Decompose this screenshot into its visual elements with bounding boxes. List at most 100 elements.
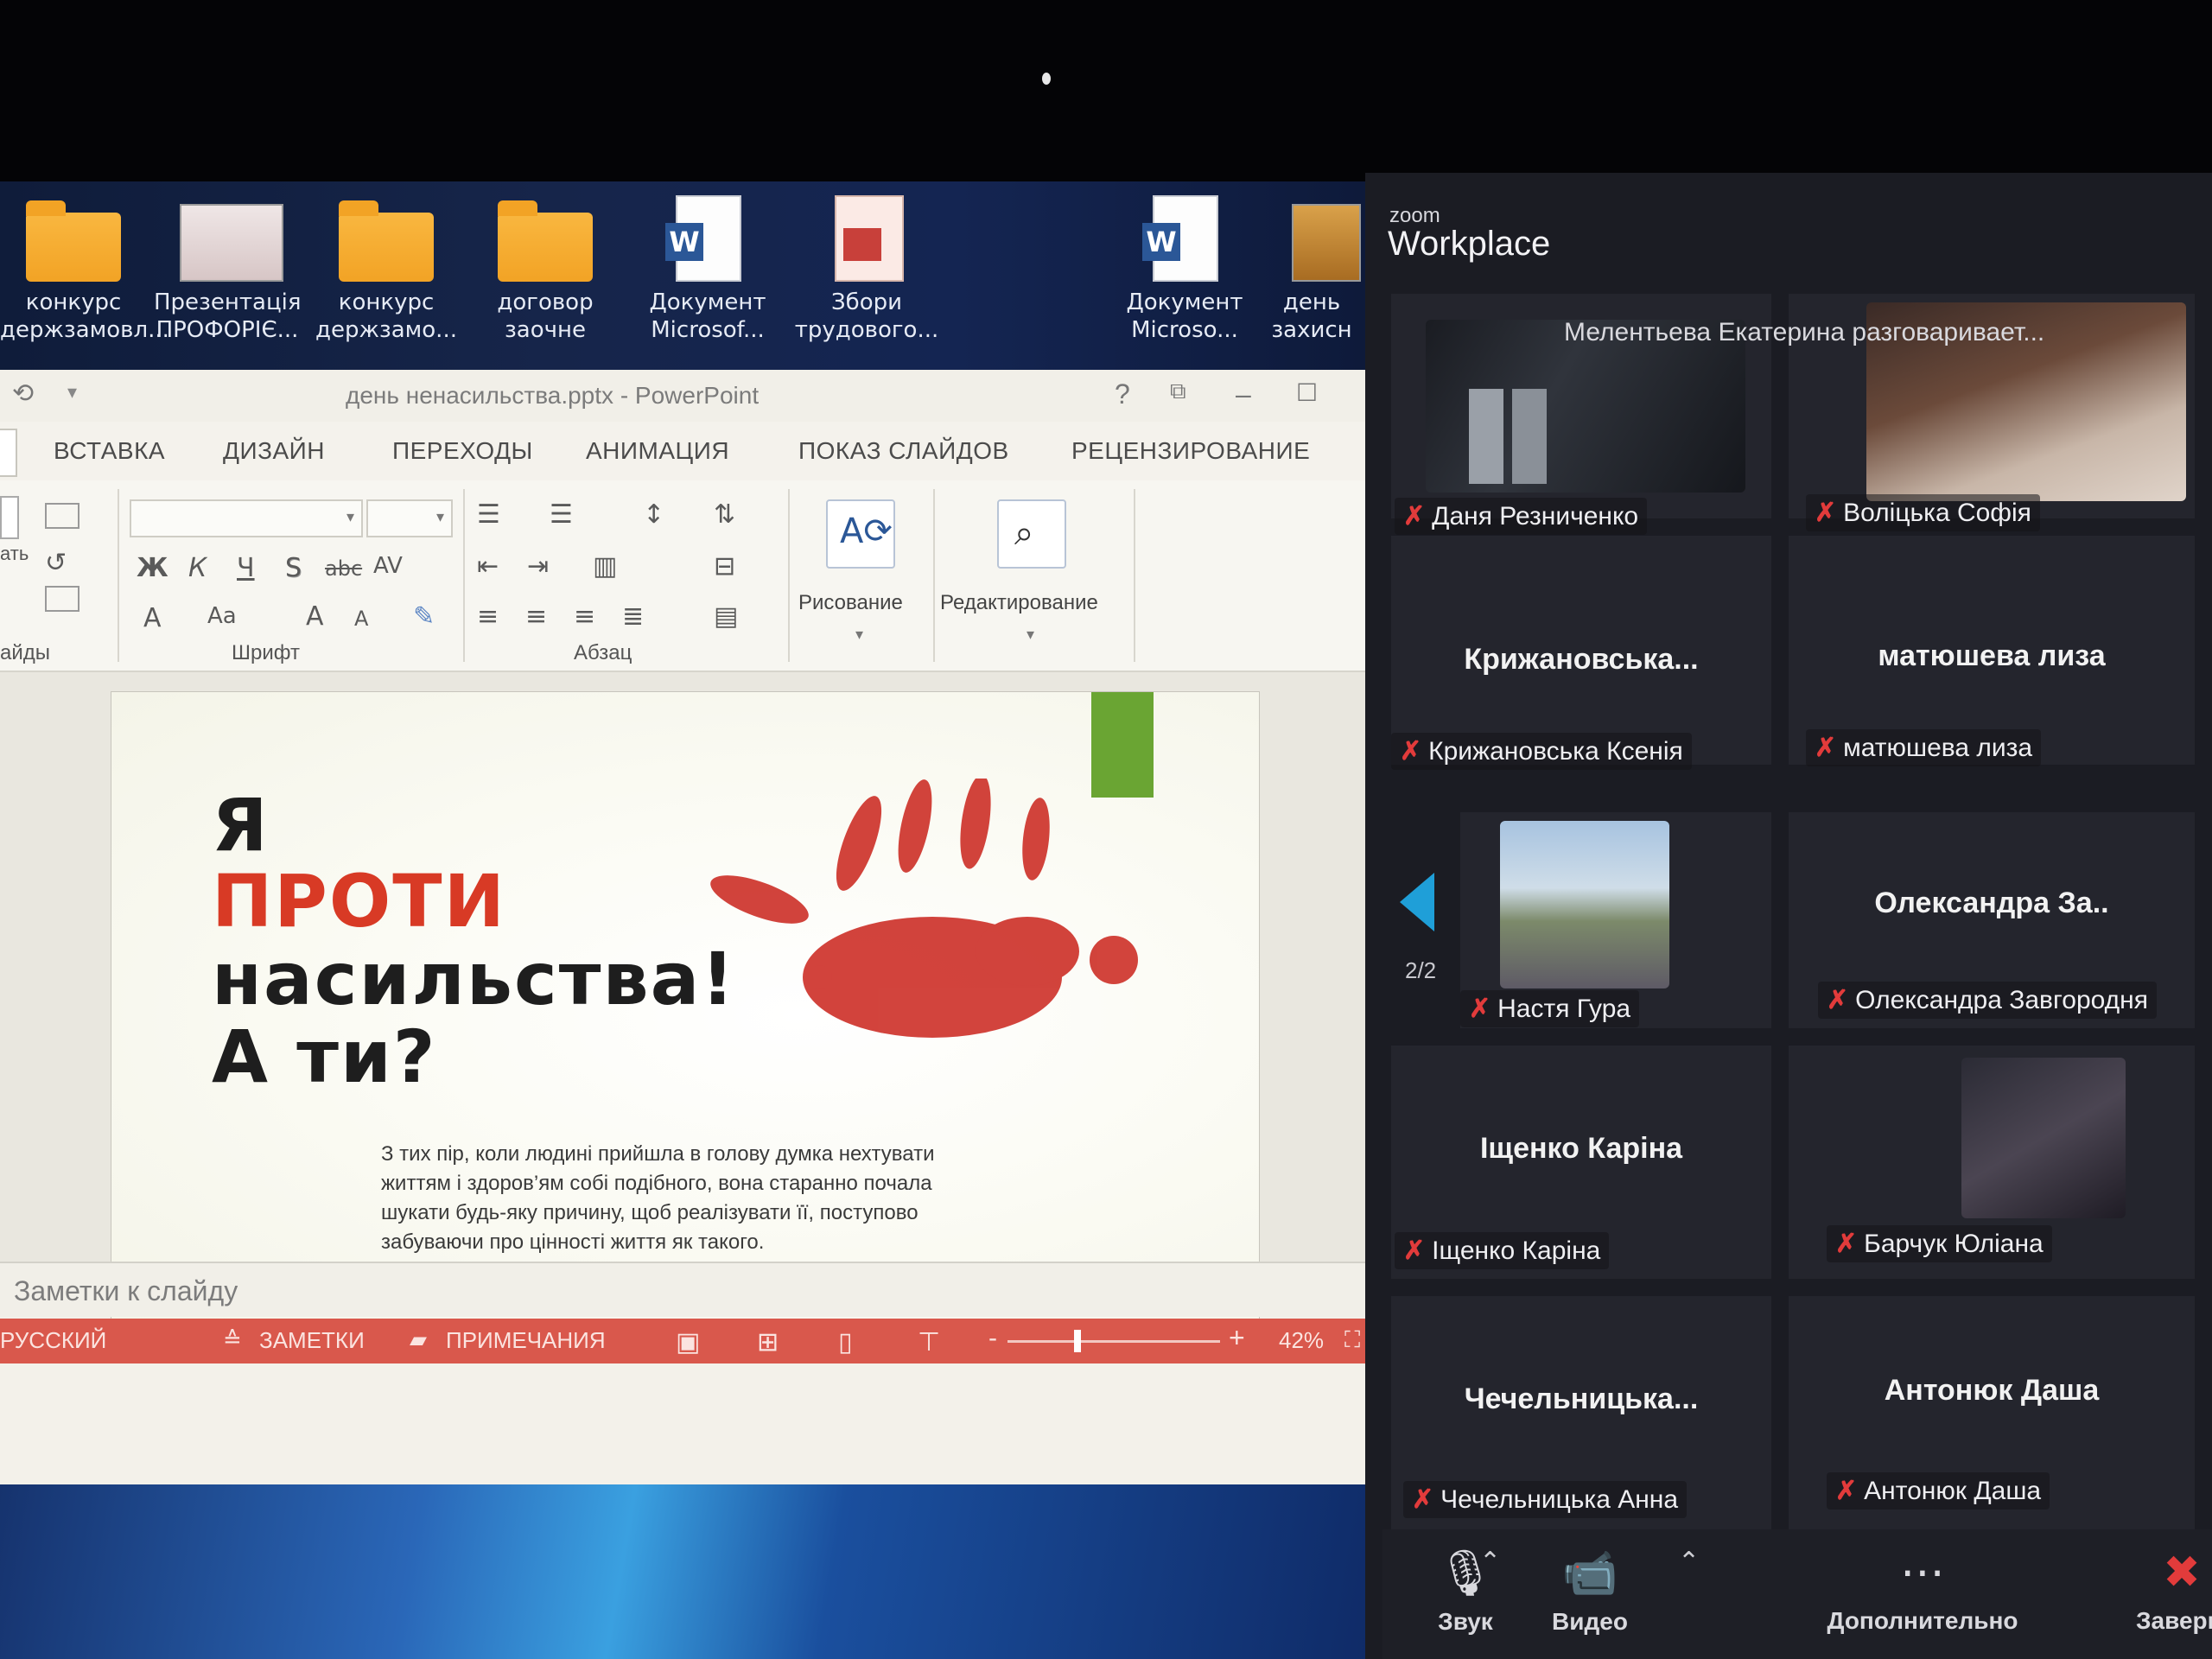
video-button[interactable]: 📹 Видео bbox=[1521, 1547, 1659, 1636]
new-slide-icon[interactable] bbox=[0, 496, 19, 539]
quick-access-icon[interactable]: ⟲ bbox=[12, 378, 34, 409]
finger-shape bbox=[898, 779, 932, 873]
tab-file-edge[interactable] bbox=[0, 429, 17, 477]
columns-icon[interactable]: ▥ bbox=[593, 551, 617, 582]
video-options-chevron-icon[interactable]: ⌃ bbox=[1678, 1547, 1700, 1577]
desktop-icon-presentation[interactable]: Презентація ПРОФОРІЄ... bbox=[154, 195, 302, 344]
meeting-toolbar: 🎙 Звук ⌃ 📹 Видео ⌃ ⋯ Дополнительно ✖ Зав… bbox=[1382, 1529, 2212, 1659]
align-text-icon[interactable]: ⊟ bbox=[714, 551, 735, 582]
align-center-icon[interactable]: ≡ bbox=[525, 601, 547, 632]
bold-button[interactable]: Ж bbox=[137, 553, 168, 583]
slideshow-view-icon[interactable]: ⊤ bbox=[918, 1327, 940, 1357]
decrease-indent-icon[interactable]: ⇤ bbox=[477, 551, 499, 582]
ribbon: ↺ ать айды ▾ ▾ Ж К Ч S abc AV A Aa A A ✎… bbox=[0, 480, 1365, 672]
clear-formatting-icon[interactable]: ✎ bbox=[413, 601, 435, 632]
smartart-icon[interactable]: ▤ bbox=[714, 601, 738, 632]
notes-button[interactable]: ЗАМЕТКИ bbox=[259, 1327, 365, 1354]
justify-icon[interactable]: ≣ bbox=[622, 601, 644, 632]
shadow-button[interactable]: S bbox=[285, 553, 302, 583]
desktop-icon-folder-2[interactable]: конкурс держзамо... bbox=[313, 195, 460, 344]
ribbon-display-icon[interactable]: ⧉ bbox=[1170, 378, 1186, 405]
audio-button[interactable]: 🎙 Звук bbox=[1414, 1547, 1517, 1636]
minimize-icon[interactable]: – bbox=[1236, 378, 1251, 410]
quick-access-dropdown-icon[interactable]: ▾ bbox=[67, 382, 77, 404]
tab-transitions[interactable]: ПЕРЕХОДЫ bbox=[392, 437, 533, 465]
desktop-icon-folder-3[interactable]: договор заочне bbox=[472, 195, 619, 344]
previous-page-arrow-icon[interactable] bbox=[1400, 873, 1434, 931]
end-meeting-button[interactable]: ✖ Заверш bbox=[2126, 1547, 2212, 1635]
numbering-icon[interactable]: ☰ bbox=[550, 499, 573, 530]
participant-tile-7[interactable]: Іщенко Каріна ✗ Іщенко Каріна bbox=[1391, 1046, 1771, 1279]
editing-dropdown-icon[interactable]: ▾ bbox=[1027, 626, 1034, 644]
participant-video bbox=[1500, 821, 1669, 988]
tab-slideshow[interactable]: ПОКАЗ СЛАЙДОВ bbox=[798, 437, 1009, 465]
underline-button[interactable]: Ч bbox=[237, 553, 255, 583]
tab-review[interactable]: РЕЦЕНЗИРОВАНИЕ bbox=[1071, 437, 1310, 465]
tab-animation[interactable]: АНИМАЦИЯ bbox=[586, 437, 729, 465]
maximize-icon[interactable]: ☐ bbox=[1296, 378, 1318, 407]
paint-splash bbox=[1090, 936, 1138, 984]
camera-dot bbox=[1042, 73, 1051, 85]
shrink-font-button[interactable]: A bbox=[354, 607, 368, 631]
drawing-dropdown-icon[interactable]: ▾ bbox=[855, 626, 863, 644]
tab-design[interactable]: ДИЗАЙН bbox=[223, 437, 325, 465]
grow-font-button[interactable]: A bbox=[306, 601, 324, 632]
reset-icon[interactable]: ↺ bbox=[45, 548, 67, 578]
zoom-level[interactable]: 42% bbox=[1279, 1327, 1324, 1354]
text-direction-icon[interactable]: ⇅ bbox=[714, 499, 735, 530]
font-name-select[interactable]: ▾ bbox=[130, 499, 363, 537]
language-indicator[interactable]: РУССКИЙ bbox=[0, 1327, 106, 1354]
editing-button[interactable]: ⌕ bbox=[997, 499, 1066, 569]
editing-label[interactable]: Редактирование bbox=[940, 591, 1098, 615]
participant-display-name: Іщенко Каріна bbox=[1479, 1132, 1683, 1165]
zoom-out-button[interactable]: - bbox=[988, 1324, 997, 1353]
strikethrough-button[interactable]: abc bbox=[325, 556, 362, 581]
help-button[interactable]: ? bbox=[1115, 378, 1130, 410]
paragraph-group-label: Абзац bbox=[574, 641, 632, 664]
notes-pane[interactable]: Заметки к слайду bbox=[0, 1262, 1365, 1317]
font-size-select[interactable]: ▾ bbox=[366, 499, 453, 537]
change-case-button[interactable]: Aa bbox=[207, 603, 237, 629]
drawing-label[interactable]: Рисование bbox=[798, 591, 903, 615]
line-spacing-icon[interactable]: ↕ bbox=[643, 499, 664, 530]
ribbon-separator bbox=[933, 489, 935, 662]
desktop-icon-folder-1[interactable]: конкурс держзамовл... bbox=[0, 195, 169, 344]
slide-body-text[interactable]: З тих пір, коли людині прийшла в голову … bbox=[381, 1140, 951, 1257]
ribbon-tabs: ВСТАВКА ДИЗАЙН ПЕРЕХОДЫ АНИМАЦИЯ ПОКАЗ С… bbox=[0, 422, 1365, 482]
comments-button[interactable]: ПРИМЕЧАНИЯ bbox=[446, 1327, 606, 1354]
participant-tile-3[interactable]: Крижановська... ✗ Крижановська Ксенія bbox=[1391, 536, 1771, 770]
audio-options-chevron-icon[interactable]: ⌃ bbox=[1479, 1547, 1501, 1577]
zoom-slider-track[interactable] bbox=[1007, 1330, 1220, 1352]
reading-view-icon[interactable]: ▯ bbox=[838, 1327, 853, 1357]
font-color-button[interactable]: A bbox=[143, 603, 162, 633]
desktop-icon-ppt-file[interactable]: Збори трудового... bbox=[793, 195, 940, 344]
participant-tile-4[interactable]: матюшева лиза ✗ матюшева лиза bbox=[1789, 536, 2195, 766]
bullets-icon[interactable]: ☰ bbox=[477, 499, 500, 530]
slide-sorter-icon[interactable]: ⊞ bbox=[757, 1327, 779, 1357]
desktop-icon-word-1[interactable]: Документ Microsof... bbox=[634, 195, 781, 344]
character-spacing-button[interactable]: AV bbox=[373, 553, 403, 579]
normal-view-icon[interactable]: ▣ bbox=[676, 1327, 700, 1357]
participant-tile-8[interactable]: ✗ Барчук Юліана bbox=[1789, 1046, 2195, 1279]
participant-tile-10[interactable]: Антонюк Даша ✗ Антонюк Даша bbox=[1789, 1296, 2195, 1529]
participant-tile-5[interactable]: ✗ Настя Гура bbox=[1460, 812, 1771, 1028]
desktop-icon-partial[interactable]: день захисн bbox=[1260, 195, 1363, 344]
section-icon[interactable] bbox=[45, 586, 79, 612]
desktop-icon-word-2[interactable]: Документ Microso... bbox=[1111, 195, 1258, 344]
drawing-button[interactable]: A⟳ bbox=[826, 499, 895, 569]
more-button[interactable]: ⋯ Дополнительно bbox=[1815, 1547, 2031, 1635]
participant-tile-9[interactable]: Чечельницька... ✗ Чечельницька Анна bbox=[1391, 1296, 1771, 1529]
increase-indent-icon[interactable]: ⇥ bbox=[527, 551, 549, 582]
desktop-icon-label: ПРОФОРІЄ... bbox=[156, 317, 299, 343]
slide[interactable]: Я ПРОТИ насильства! А ти? З тих пір, кол… bbox=[111, 691, 1260, 1339]
participant-tile-6[interactable]: Олександра За.. ✗ Олександра Завгородня bbox=[1789, 812, 2195, 1028]
fit-slide-icon[interactable]: ⛶ bbox=[1344, 1327, 1360, 1354]
zoom-workplace-title: Workplace bbox=[1388, 225, 1551, 263]
tab-insert[interactable]: ВСТАВКА bbox=[54, 437, 165, 465]
layout-icon[interactable] bbox=[45, 503, 79, 529]
align-right-icon[interactable]: ≡ bbox=[574, 601, 595, 632]
italic-button[interactable]: К bbox=[188, 553, 207, 583]
zoom-slider-thumb[interactable] bbox=[1074, 1330, 1081, 1352]
align-left-icon[interactable]: ≡ bbox=[477, 601, 499, 632]
zoom-in-button[interactable]: + bbox=[1229, 1322, 1245, 1354]
